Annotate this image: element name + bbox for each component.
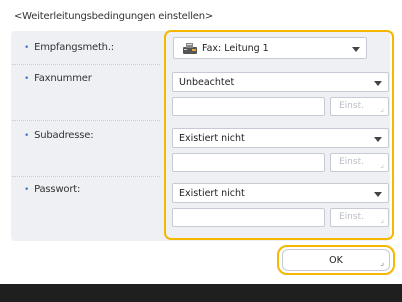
bullet-icon: •	[24, 185, 30, 195]
status-bar	[0, 284, 402, 302]
row-divider	[12, 120, 160, 121]
receive-method-label: • Empfangsmeth.:	[24, 42, 114, 53]
corner-mark-icon: ⌟	[380, 258, 384, 267]
subaddress-label: • Subadresse:	[24, 130, 94, 141]
focus-highlight	[164, 30, 394, 240]
ok-button[interactable]: OK ⌟	[282, 249, 390, 271]
row-divider	[12, 176, 160, 177]
row-divider	[12, 64, 160, 65]
fax-number-label: • Faxnummer	[24, 73, 92, 84]
bullet-icon: •	[24, 74, 30, 84]
bullet-icon: •	[24, 131, 30, 141]
bullet-icon: •	[24, 43, 30, 53]
page-title: <Weiterleitungsbedingungen einstellen>	[14, 11, 214, 22]
password-label: • Passwort:	[24, 184, 81, 195]
